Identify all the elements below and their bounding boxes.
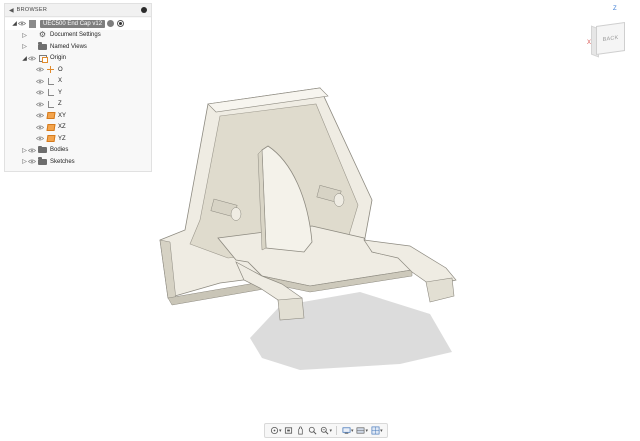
pan-icon[interactable] bbox=[296, 426, 306, 436]
browser-item-label: Document Settings bbox=[50, 32, 101, 39]
browser-item-bodies[interactable]: ▷ Bodies bbox=[5, 145, 151, 157]
viewcube-face-label: BACK bbox=[602, 34, 619, 43]
axis-icon bbox=[46, 89, 55, 97]
axis-icon bbox=[46, 100, 55, 108]
zoom-icon[interactable] bbox=[308, 426, 318, 436]
expand-arrow-icon[interactable]: ▷ bbox=[21, 147, 28, 154]
grid-icon[interactable] bbox=[370, 426, 380, 436]
zoom-dropdown-icon[interactable]: ▾ bbox=[330, 428, 333, 434]
fit-icon[interactable] bbox=[320, 426, 330, 436]
browser-item-label: Sketches bbox=[50, 158, 75, 165]
activate-radio-icon[interactable] bbox=[117, 20, 125, 28]
browser-item-label: Bodies bbox=[50, 147, 69, 154]
folder-icon bbox=[38, 42, 47, 51]
visibility-eye-icon[interactable] bbox=[28, 55, 36, 61]
origin-icon bbox=[38, 54, 48, 63]
right-tab-foot bbox=[425, 277, 455, 303]
visibility-eye-icon[interactable] bbox=[36, 101, 44, 107]
visual-style-dropdown-icon[interactable]: ▾ bbox=[366, 428, 369, 434]
browser-item-label: X bbox=[58, 78, 63, 85]
folder-icon bbox=[38, 145, 47, 154]
browser-item-origin[interactable]: ◢ Origin bbox=[5, 53, 151, 65]
browser-item-xz[interactable]: XZ bbox=[5, 122, 151, 134]
browser-options-icon[interactable] bbox=[141, 7, 147, 13]
grid-dropdown-icon[interactable]: ▾ bbox=[380, 428, 383, 434]
browser-item-y[interactable]: Y bbox=[5, 87, 151, 99]
collapse-arrow-icon[interactable]: ◢ bbox=[11, 20, 18, 27]
visibility-eye-icon[interactable] bbox=[36, 124, 44, 130]
browser-item-label: O bbox=[58, 66, 63, 73]
document-root-row[interactable]: ◢ UEC500 End Cap v12 bbox=[5, 18, 151, 30]
browser-item-xy[interactable]: XY bbox=[5, 110, 151, 122]
document-icon bbox=[28, 19, 37, 28]
expand-arrow-icon[interactable]: ▷ bbox=[21, 158, 28, 165]
visibility-eye-icon[interactable] bbox=[28, 32, 36, 38]
document-name[interactable]: UEC500 End Cap v12 bbox=[40, 19, 106, 28]
folder-icon bbox=[38, 157, 47, 166]
visibility-eye-icon[interactable] bbox=[36, 67, 44, 73]
plane-icon bbox=[46, 123, 55, 131]
display-settings-icon[interactable] bbox=[341, 426, 351, 436]
viewcube[interactable]: Z X BACK bbox=[582, 6, 634, 64]
plane-icon bbox=[46, 112, 55, 120]
browser-header: ◀ BROWSER bbox=[5, 4, 151, 17]
browser-item-z[interactable]: Z bbox=[5, 99, 151, 111]
display-dropdown-icon[interactable]: ▾ bbox=[351, 428, 354, 434]
browser-item-label: XY bbox=[58, 112, 67, 119]
viewcube-back-face[interactable]: BACK bbox=[596, 21, 625, 56]
collapse-arrow-icon[interactable]: ◢ bbox=[21, 55, 28, 62]
visibility-eye-icon[interactable] bbox=[36, 90, 44, 96]
browser-item-label: Origin bbox=[50, 55, 67, 62]
active-badge-icon bbox=[107, 20, 115, 28]
browser-item-label: Z bbox=[58, 101, 62, 108]
expand-arrow-icon[interactable]: ▷ bbox=[21, 43, 28, 50]
gear-icon: ⚙ bbox=[38, 30, 47, 40]
orbit-icon[interactable] bbox=[269, 426, 279, 436]
visibility-eye-icon[interactable] bbox=[28, 159, 36, 165]
browser-item-document-settings[interactable]: ▷ ⚙ Document Settings bbox=[5, 30, 151, 42]
toolbar-separator bbox=[336, 426, 338, 435]
browser-item-label: Named Views bbox=[50, 43, 87, 50]
visibility-eye-icon[interactable] bbox=[18, 21, 26, 27]
origin-point-icon bbox=[46, 66, 55, 74]
visibility-eye-icon[interactable] bbox=[36, 113, 44, 119]
collapse-browser-icon[interactable]: ◀ bbox=[9, 7, 14, 14]
browser-item-label: YZ bbox=[58, 135, 66, 142]
orbit-dropdown-icon[interactable]: ▾ bbox=[279, 428, 282, 434]
browser-tree: ◢ UEC500 End Cap v12 ▷ ⚙ Document Settings… bbox=[5, 17, 151, 171]
browser-item-yz[interactable]: YZ bbox=[5, 133, 151, 145]
viewcube-z-axis-label: Z bbox=[613, 6, 617, 12]
axis-icon bbox=[46, 77, 55, 85]
navigation-toolbar: ▾ ▾ ▾ ▾ ▾ bbox=[264, 423, 388, 438]
look-at-icon[interactable] bbox=[284, 426, 294, 436]
browser-item-label: XZ bbox=[58, 124, 66, 131]
browser-panel: ◀ BROWSER ◢ UEC500 End Cap v12 ▷ ⚙ Documen… bbox=[4, 3, 152, 172]
browser-item-sketches[interactable]: ▷ Sketches bbox=[5, 156, 151, 168]
browser-item-o[interactable]: O bbox=[5, 64, 151, 76]
browser-item-label: Y bbox=[58, 89, 63, 96]
browser-item-named-views[interactable]: ▷ Named Views bbox=[5, 41, 151, 53]
visual-style-icon[interactable] bbox=[356, 426, 366, 436]
plane-icon bbox=[46, 135, 55, 143]
left-tab-foot bbox=[277, 297, 305, 321]
visibility-eye-icon[interactable] bbox=[28, 44, 36, 50]
expand-arrow-icon[interactable]: ▷ bbox=[21, 32, 28, 39]
browser-item-x[interactable]: X bbox=[5, 76, 151, 88]
browser-title: BROWSER bbox=[16, 7, 48, 13]
visibility-eye-icon[interactable] bbox=[36, 136, 44, 142]
visibility-eye-icon[interactable] bbox=[28, 147, 36, 153]
visibility-eye-icon[interactable] bbox=[36, 78, 44, 84]
